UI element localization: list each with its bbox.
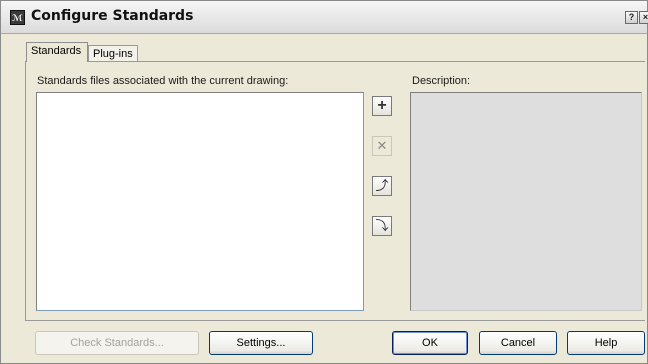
standards-files-label: Standards files associated with the curr… [37,75,289,87]
move-up-icon: ⤴ [375,178,389,193]
configure-standards-dialog: ℳ Configure Standards ? × Standards Plug… [0,0,648,364]
tab-standards[interactable]: Standards [26,42,88,62]
move-up-button[interactable]: ⤴ [372,176,392,196]
help-button[interactable]: Help [567,331,645,355]
plus-icon: + [377,97,387,114]
settings-button[interactable]: Settings... [209,331,313,355]
add-standards-file-button[interactable]: + [372,96,392,116]
check-standards-button[interactable]: Check Standards... [35,331,199,355]
cancel-button[interactable]: Cancel [479,331,557,355]
move-down-button[interactable]: ⤵ [372,216,392,236]
app-icon: ℳ [10,10,25,25]
close-icon[interactable]: × [639,11,648,24]
title-bar: ℳ Configure Standards ? × [1,1,648,34]
remove-icon: ✕ [376,138,388,153]
remove-standards-file-button[interactable]: ✕ [372,136,392,156]
move-down-icon: ⤵ [375,218,389,233]
ok-button[interactable]: OK [392,331,468,355]
standards-files-list[interactable] [36,92,364,311]
dialog-title: Configure Standards [31,8,194,24]
help-icon[interactable]: ? [625,11,638,24]
description-label: Description: [412,75,471,87]
description-box [410,92,642,311]
